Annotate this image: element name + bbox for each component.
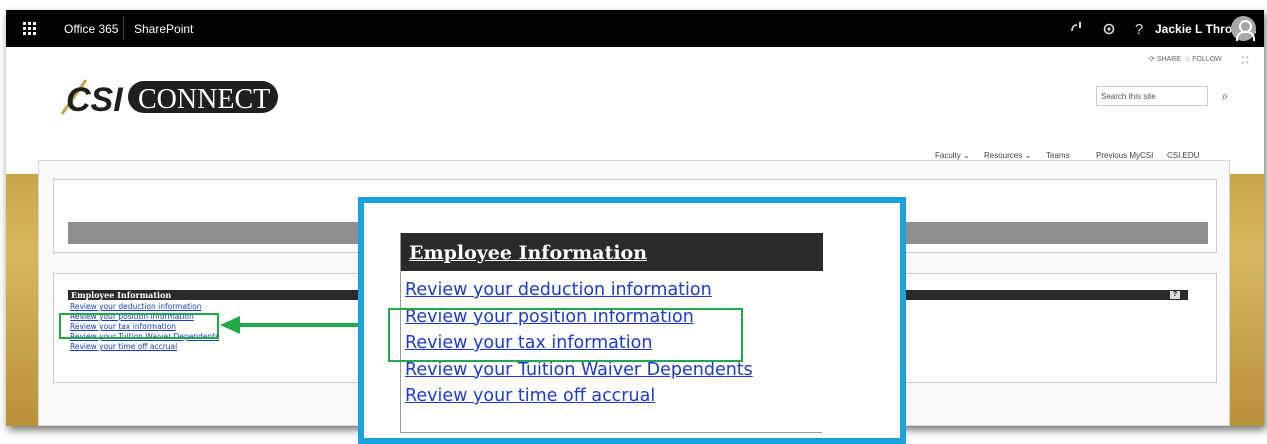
nav-teams[interactable]: Teams (1046, 151, 1070, 160)
zoom-deduction-link[interactable]: Review your deduction information (405, 277, 753, 304)
nav-previous-mycsi[interactable]: Previous MyCSI (1096, 151, 1153, 160)
csi-connect-logo[interactable]: CSI CONNECT (56, 78, 286, 119)
time-off-accrual-link[interactable]: Review your time off accrual (70, 342, 219, 352)
share-icon: ⟳ (1149, 56, 1155, 63)
search-icon[interactable]: ⌕ (1214, 86, 1236, 106)
nav-csi-edu[interactable]: CSI.EDU (1167, 151, 1199, 160)
help-icon[interactable]: ? (1170, 291, 1180, 299)
follow-action[interactable]: ☆ FOLLOW (1184, 55, 1222, 67)
share-action[interactable]: ⟳ SHARE (1149, 55, 1181, 67)
sharepoint-link[interactable]: SharePoint (134, 22, 193, 36)
app-launcher-icon[interactable] (6, 10, 52, 47)
suite-bar: Office 365 SharePoint ? Jackie L Throng.… (6, 10, 1264, 47)
help-question-icon[interactable]: ? (1126, 17, 1152, 41)
suite-divider (123, 16, 124, 40)
zoom-highlight-box (388, 308, 743, 362)
chevron-down-icon: ⌄ (963, 151, 970, 160)
star-icon: ☆ (1184, 56, 1191, 63)
nav-faculty[interactable]: Faculty ⌄ (935, 151, 970, 160)
settings-gear-icon[interactable] (1096, 17, 1122, 41)
search-input[interactable]: Search this site (1096, 86, 1208, 106)
logo-csi-text: CSI (66, 81, 124, 116)
office-365-link[interactable]: Office 365 (64, 22, 118, 36)
focus-mode-icon[interactable]: ⛶ (1242, 55, 1248, 67)
deduction-info-link[interactable]: Review your deduction information (70, 302, 219, 312)
zoom-header: Employee Information (401, 233, 823, 271)
zoom-time-off-link[interactable]: Review your time off accrual (405, 383, 753, 410)
avatar[interactable] (1231, 16, 1256, 41)
chevron-down-icon: ⌄ (1024, 151, 1032, 160)
notifications-icon[interactable] (1064, 17, 1090, 41)
logo-connect-text: CONNECT (138, 84, 270, 115)
small-highlight-box (59, 313, 219, 339)
nav-resources[interactable]: Resources ⌄ (984, 151, 1031, 160)
